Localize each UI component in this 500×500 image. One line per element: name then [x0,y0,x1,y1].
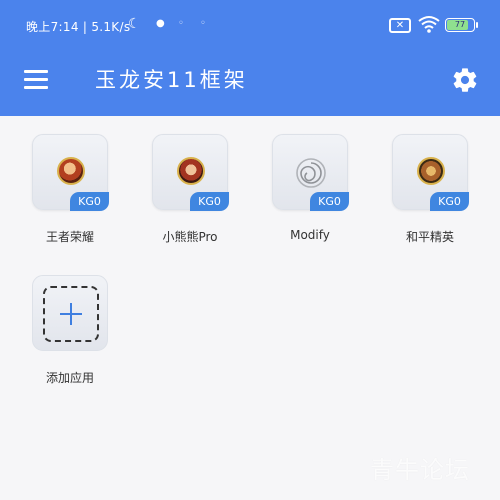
notification-dot-icon: ● [156,18,165,29]
app-label: 小熊熊Pro [162,230,218,244]
hamburger-menu-icon[interactable] [22,67,50,91]
app-icon-box[interactable]: KG0 [392,134,469,211]
plus-icon [70,303,72,325]
app-tile-modify[interactable]: KG0 Modify [272,134,352,254]
status-time-speed: 晚上7:14 | 5.1K/s [26,20,131,34]
add-app-label: 添加应用 [45,371,94,385]
app-label: Modify [290,228,330,242]
kg-badge: KG0 [70,192,109,211]
swirl-icon [296,158,326,188]
page-title: 玉龙安11框架 [95,68,248,92]
battery-percent: 77 [454,20,466,29]
app-label: 和平精英 [405,230,454,244]
app-header: 晚上7:14 | 5.1K/s ☾ ● ◦ ◦ ✕ 77 玉龙安11框架 [0,0,500,116]
app-tile-wangzhe[interactable]: KG0 王者荣耀 [32,134,112,254]
notification-dot-icon: ◦ [178,18,184,29]
app-icon-box[interactable]: KG0 [32,134,109,211]
app-icon-box[interactable]: KG0 [152,134,229,211]
app-label: 王者荣耀 [45,230,94,244]
dashed-frame [43,286,99,342]
kg-badge: KG0 [190,192,229,211]
kg-badge: KG0 [430,192,469,211]
battery-tip [476,22,478,28]
moon-icon: ☾ [128,16,141,32]
sim-x-icon: ✕ [389,18,411,33]
status-bar: 晚上7:14 | 5.1K/s ☾ ● ◦ ◦ ✕ 77 [0,12,500,38]
notification-dot-icon: ◦ [200,18,206,29]
game-hero-icon [177,157,205,185]
app-tile-xiaoxiongxiong[interactable]: KG0 小熊熊Pro [152,134,232,254]
add-app-tile[interactable]: 添加应用 [32,275,112,395]
game-hero-icon [57,157,85,185]
add-app-button[interactable] [32,275,108,351]
wifi-icon [418,16,440,33]
battery-icon: 77 [445,18,475,32]
gear-icon[interactable] [451,66,479,94]
app-icon-box[interactable]: KG0 [272,134,349,211]
kg-badge: KG0 [310,192,349,211]
app-tile-heping[interactable]: KG0 和平精英 [392,134,472,254]
game-hero-icon [417,157,445,185]
watermark: 青牛论坛 [370,456,470,484]
